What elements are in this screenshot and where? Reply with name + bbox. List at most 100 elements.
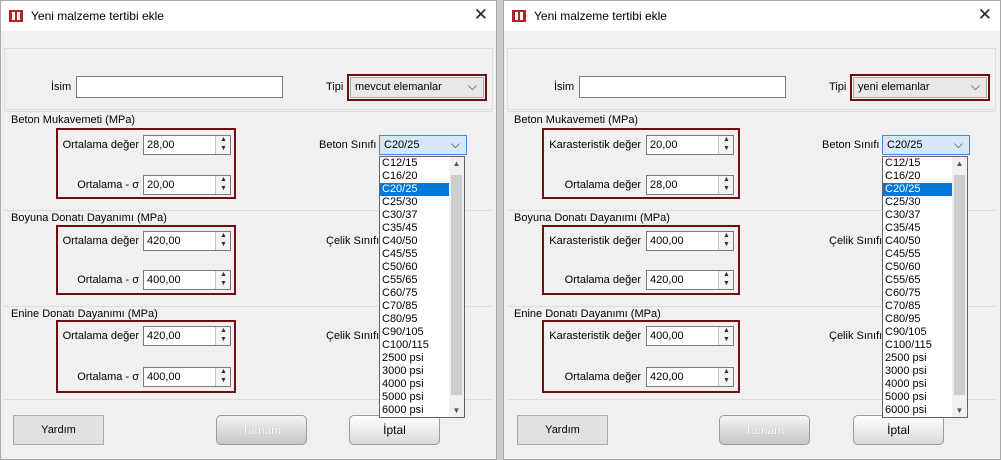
spin-up-icon[interactable]: ▲ [721, 176, 732, 184]
concrete-class-option[interactable]: C80/95 [883, 313, 954, 326]
concrete-class-option[interactable]: C25/30 [380, 196, 451, 209]
concrete-class-option[interactable]: C45/55 [883, 248, 954, 261]
concrete-class-option[interactable]: C35/45 [380, 222, 451, 235]
trans-row2-spinner[interactable]: 420,00 ▲ ▼ [646, 367, 734, 387]
concrete-class-option[interactable]: C12/15 [883, 157, 954, 170]
concrete-class-option[interactable]: C20/25 [883, 183, 954, 196]
spin-down-icon[interactable]: ▼ [218, 185, 229, 193]
concrete-class-option[interactable]: C30/37 [883, 209, 954, 222]
concrete-class-option[interactable]: C55/65 [380, 274, 451, 287]
spin-down-icon[interactable]: ▼ [721, 145, 732, 153]
concrete-class-dropdown[interactable]: C12/15 C16/20 C20/25 C25/30 C30/37 C35/45 C40/… [379, 156, 465, 418]
concrete-class-option[interactable]: C70/85 [883, 300, 954, 313]
concrete-class-option[interactable]: 3000 psi [380, 365, 451, 378]
spin-down-icon[interactable]: ▼ [218, 280, 229, 288]
concrete-class-option[interactable]: C50/60 [380, 261, 451, 274]
concrete-class-list[interactable]: C12/15 C16/20 C20/25 C25/30 C30/37 C35/45 C40/… [380, 157, 451, 417]
concrete-class-option[interactable]: 6000 psi [883, 404, 954, 417]
spin-up-icon[interactable]: ▲ [721, 232, 732, 240]
concrete-class-option[interactable]: 6000 psi [380, 404, 451, 417]
concrete-class-option[interactable]: C60/75 [883, 287, 954, 300]
concrete-class-option[interactable]: C25/30 [883, 196, 954, 209]
spin-up-icon[interactable]: ▲ [218, 327, 229, 335]
help-button[interactable]: Yardım [517, 415, 608, 445]
scroll-up-icon[interactable]: ▲ [952, 159, 967, 168]
ok-button[interactable]: Tamam [216, 415, 307, 445]
concrete-class-combo[interactable]: C20/25 ⌵ [379, 135, 467, 155]
concrete-class-option[interactable]: C30/37 [380, 209, 451, 222]
concrete-class-option[interactable]: 4000 psi [380, 378, 451, 391]
concrete-class-option[interactable]: C80/95 [380, 313, 451, 326]
spin-up-icon[interactable]: ▲ [721, 368, 732, 376]
name-input[interactable] [76, 76, 283, 98]
concrete-class-option[interactable]: C16/20 [883, 170, 954, 183]
long-row2-spinner[interactable]: 420,00 ▲ ▼ [646, 270, 734, 290]
spin-down-icon[interactable]: ▼ [721, 377, 732, 385]
concrete-class-option[interactable]: 4000 psi [883, 378, 954, 391]
help-button[interactable]: Yardım [13, 415, 104, 445]
cancel-button[interactable]: İptal [853, 415, 944, 445]
concrete-row2-spinner[interactable]: 20,00 ▲ ▼ [143, 175, 231, 195]
concrete-class-option[interactable]: C35/45 [883, 222, 954, 235]
concrete-class-option[interactable]: C45/55 [380, 248, 451, 261]
spin-down-icon[interactable]: ▼ [721, 185, 732, 193]
concrete-row1-spinner[interactable]: 28,00 ▲ ▼ [143, 135, 231, 155]
concrete-class-option[interactable]: C70/85 [380, 300, 451, 313]
spin-up-icon[interactable]: ▲ [218, 136, 229, 144]
spin-up-icon[interactable]: ▲ [721, 271, 732, 279]
concrete-row1-spinner[interactable]: 20,00 ▲ ▼ [646, 135, 734, 155]
dropdown-scrollbar[interactable]: ▲ ▼ [449, 157, 464, 417]
concrete-class-option[interactable]: 5000 psi [380, 391, 451, 404]
concrete-class-option[interactable]: 3000 psi [883, 365, 954, 378]
trans-row2-spinner[interactable]: 400,00 ▲ ▼ [143, 367, 231, 387]
spin-up-icon[interactable]: ▲ [218, 232, 229, 240]
scroll-down-icon[interactable]: ▼ [449, 406, 464, 415]
concrete-class-option[interactable]: C60/75 [380, 287, 451, 300]
concrete-class-option[interactable]: C16/20 [380, 170, 451, 183]
trans-row1-spinner[interactable]: 400,00 ▲ ▼ [646, 326, 734, 346]
concrete-class-option[interactable]: C100/115 [380, 339, 451, 352]
spin-up-icon[interactable]: ▲ [218, 176, 229, 184]
long-row1-spinner[interactable]: 420,00 ▲ ▼ [143, 231, 231, 251]
trans-row1-spinner[interactable]: 420,00 ▲ ▼ [143, 326, 231, 346]
concrete-class-option[interactable]: C90/105 [380, 326, 451, 339]
concrete-class-option[interactable]: C55/65 [883, 274, 954, 287]
concrete-class-option[interactable]: C40/50 [883, 235, 954, 248]
concrete-class-option[interactable]: C50/60 [883, 261, 954, 274]
spin-up-icon[interactable]: ▲ [218, 271, 229, 279]
scroll-thumb[interactable] [451, 175, 462, 395]
concrete-class-option[interactable]: 2500 psi [380, 352, 451, 365]
long-row1-spinner[interactable]: 400,00 ▲ ▼ [646, 231, 734, 251]
spin-up-icon[interactable]: ▲ [721, 327, 732, 335]
cancel-button[interactable]: İptal [349, 415, 440, 445]
concrete-row2-spinner[interactable]: 28,00 ▲ ▼ [646, 175, 734, 195]
scroll-up-icon[interactable]: ▲ [449, 159, 464, 168]
spin-up-icon[interactable]: ▲ [721, 136, 732, 144]
name-input[interactable] [579, 76, 786, 98]
concrete-class-option[interactable]: C100/115 [883, 339, 954, 352]
close-icon[interactable]: ✕ [474, 5, 488, 25]
concrete-class-option[interactable]: 2500 psi [883, 352, 954, 365]
type-select[interactable]: yeni elemanlar ⌵ [853, 77, 987, 98]
concrete-class-list[interactable]: C12/15 C16/20 C20/25 C25/30 C30/37 C35/45 C40/… [883, 157, 954, 417]
scroll-down-icon[interactable]: ▼ [952, 406, 967, 415]
spin-down-icon[interactable]: ▼ [721, 336, 732, 344]
spin-down-icon[interactable]: ▼ [218, 377, 229, 385]
concrete-class-combo[interactable]: C20/25 ⌵ [882, 135, 970, 155]
concrete-class-option[interactable]: C40/50 [380, 235, 451, 248]
long-row2-spinner[interactable]: 400,00 ▲ ▼ [143, 270, 231, 290]
spin-down-icon[interactable]: ▼ [218, 336, 229, 344]
concrete-class-option[interactable]: C20/25 [380, 183, 451, 196]
spin-up-icon[interactable]: ▲ [218, 368, 229, 376]
concrete-class-dropdown[interactable]: C12/15 C16/20 C20/25 C25/30 C30/37 C35/45 C40/… [882, 156, 968, 418]
spin-down-icon[interactable]: ▼ [218, 241, 229, 249]
ok-button[interactable]: Tamam [719, 415, 810, 445]
concrete-class-option[interactable]: C12/15 [380, 157, 451, 170]
concrete-class-option[interactable]: C90/105 [883, 326, 954, 339]
type-select[interactable]: mevcut elemanlar ⌵ [350, 77, 484, 98]
spin-down-icon[interactable]: ▼ [721, 280, 732, 288]
spin-down-icon[interactable]: ▼ [218, 145, 229, 153]
dropdown-scrollbar[interactable]: ▲ ▼ [952, 157, 967, 417]
concrete-class-option[interactable]: 5000 psi [883, 391, 954, 404]
close-icon[interactable]: ✕ [978, 5, 992, 25]
